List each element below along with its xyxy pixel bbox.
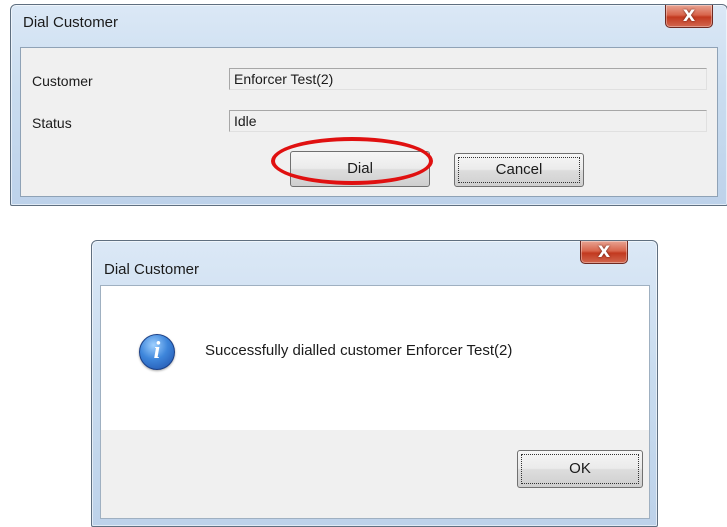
status-field[interactable]: Idle xyxy=(229,110,707,132)
close-icon: X xyxy=(597,242,611,261)
close-button[interactable]: X xyxy=(665,5,713,28)
close-button[interactable]: X xyxy=(580,241,628,264)
message-text: Successfully dialled customer Enforcer T… xyxy=(205,342,513,359)
window-title: Dial Customer xyxy=(23,14,119,31)
status-label: Status xyxy=(32,115,72,131)
ok-button[interactable]: OK xyxy=(517,450,643,488)
titlebar[interactable]: Dial Customer X xyxy=(92,241,657,278)
cancel-button[interactable]: Cancel xyxy=(454,153,584,187)
message-area: i Successfully dialled customer Enforcer… xyxy=(101,286,649,430)
close-icon: X xyxy=(682,6,696,25)
dial-highlight-ellipse xyxy=(271,137,433,185)
titlebar[interactable]: Dial Customer X xyxy=(11,5,727,39)
dial-result-window: Dial Customer X i Successfully dialled c… xyxy=(91,240,658,527)
customer-label: Customer xyxy=(32,73,93,89)
customer-field[interactable]: Enforcer Test(2) xyxy=(229,68,707,90)
window-title: Dial Customer xyxy=(104,261,200,278)
info-icon: i xyxy=(139,334,175,370)
dialog-body: i Successfully dialled customer Enforcer… xyxy=(100,285,650,519)
